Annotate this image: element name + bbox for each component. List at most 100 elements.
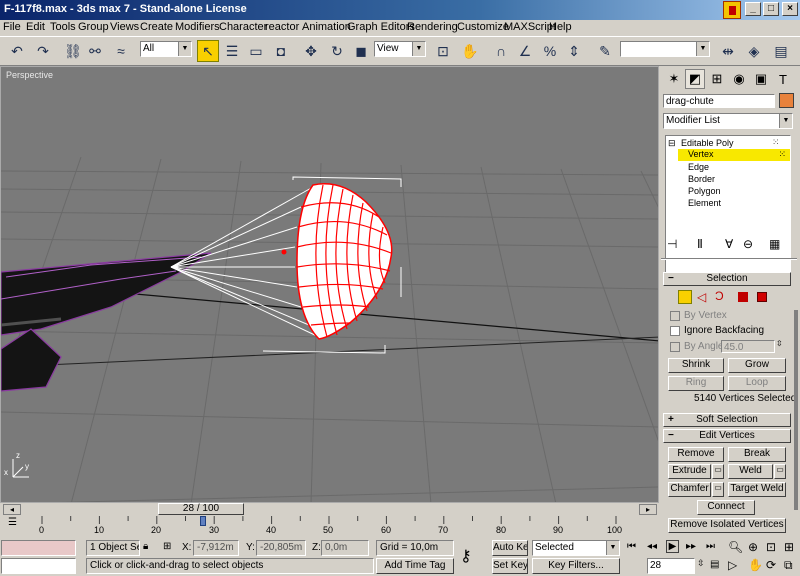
time-configuration-icon[interactable]: ▤: [710, 559, 719, 570]
next-frame-icon[interactable]: ▸▸: [686, 541, 696, 552]
bind-to-space-warp-icon[interactable]: ≈: [110, 40, 132, 62]
stack-item-element[interactable]: Element: [688, 198, 721, 208]
layer-manager-icon[interactable]: ▤: [770, 40, 792, 62]
loop-button[interactable]: Loop: [728, 376, 786, 391]
go-to-start-icon[interactable]: ⏮: [627, 541, 636, 552]
menu-group[interactable]: Group: [78, 21, 109, 33]
vertex-mode-icon[interactable]: [678, 290, 692, 304]
weld-settings-icon[interactable]: ▭: [774, 464, 786, 479]
menu-tools[interactable]: Tools: [50, 21, 76, 33]
stack-item-polygon[interactable]: Polygon: [688, 186, 721, 196]
display-tab-icon[interactable]: ▣: [751, 69, 771, 89]
align-icon[interactable]: ◈: [743, 40, 765, 62]
time-slider[interactable]: ◂ 28 / 100 ▸: [0, 503, 659, 516]
rectangular-selection-icon[interactable]: ▭: [245, 40, 267, 62]
z-coordinate-field[interactable]: 0,0m: [321, 540, 369, 556]
modify-tab-icon[interactable]: ◩: [685, 69, 705, 89]
y-coordinate-field[interactable]: -20,805m: [256, 540, 306, 556]
previous-frame-icon[interactable]: ◂◂: [647, 541, 657, 552]
connect-button[interactable]: Connect: [697, 500, 755, 515]
set-key-button[interactable]: Set Key: [492, 558, 528, 574]
chamfer-button[interactable]: Chamfer: [668, 482, 711, 497]
time-slider-prev-icon[interactable]: ◂: [3, 504, 21, 515]
field-of-view-icon[interactable]: ▷: [728, 558, 737, 572]
element-mode-icon[interactable]: [757, 292, 767, 302]
edit-vertices-rollout-header[interactable]: − Edit Vertices: [663, 429, 791, 443]
menu-rendering[interactable]: Rendering: [407, 21, 458, 33]
menu-graph-editors[interactable]: Graph Editors: [347, 21, 415, 33]
make-unique-icon[interactable]: ∀: [725, 237, 733, 251]
select-by-name-icon[interactable]: ☰: [221, 40, 243, 62]
ring-button[interactable]: Ring: [668, 376, 724, 391]
lock-selection-icon[interactable]: 🔒︎: [143, 541, 148, 552]
chamfer-settings-icon[interactable]: ▭: [712, 482, 724, 497]
mini-curve-editor-icon[interactable]: ☰: [8, 517, 17, 528]
menu-edit[interactable]: Edit: [26, 21, 45, 33]
stack-item-border[interactable]: Border: [688, 174, 715, 184]
show-end-result-icon[interactable]: Ⅱ: [697, 237, 703, 251]
x-coordinate-field[interactable]: -7,912m: [193, 540, 239, 556]
pivot-center-icon[interactable]: ⊡: [432, 40, 454, 62]
named-selection-dropdown[interactable]: ▼: [620, 41, 710, 57]
soft-selection-rollout-header[interactable]: + Soft Selection: [663, 413, 791, 427]
zoom-icon[interactable]: 🔍︎: [728, 540, 743, 554]
window-crossing-icon[interactable]: ◘: [270, 40, 292, 62]
zoom-extents-icon[interactable]: ⊡: [766, 540, 776, 554]
menu-customize[interactable]: Customize: [457, 21, 509, 33]
undo-icon[interactable]: ↶: [6, 40, 28, 62]
reference-coordinate-dropdown[interactable]: View ▼: [374, 41, 426, 57]
extrude-button[interactable]: Extrude: [668, 464, 711, 479]
time-slider-next-icon[interactable]: ▸: [639, 504, 657, 515]
redo-icon[interactable]: ↷: [32, 40, 54, 62]
angle-snap-icon[interactable]: ∠: [514, 40, 536, 62]
by-vertex-checkbox[interactable]: [670, 311, 680, 321]
maxscript-mini-listener[interactable]: [1, 558, 76, 574]
edge-mode-icon[interactable]: ◁: [697, 290, 706, 304]
object-color-swatch[interactable]: [779, 93, 794, 108]
collapse-icon[interactable]: ⊟: [668, 138, 676, 149]
select-and-rotate-icon[interactable]: ↻: [326, 40, 348, 62]
menu-file[interactable]: File: [3, 21, 21, 33]
remove-button[interactable]: Remove: [668, 447, 724, 462]
zoom-all-icon[interactable]: ⊕: [748, 540, 758, 554]
minimize-button[interactable]: _: [745, 2, 761, 16]
hierarchy-tab-icon[interactable]: ⊞: [707, 69, 727, 89]
unlink-selection-icon[interactable]: ⚯: [84, 40, 106, 62]
grow-button[interactable]: Grow: [728, 358, 786, 373]
key-mode-dropdown[interactable]: Selected ▼: [532, 540, 620, 556]
spinner-snap-icon[interactable]: ⇕: [563, 40, 585, 62]
shrink-button[interactable]: Shrink: [668, 358, 724, 373]
select-and-move-icon[interactable]: ✥: [300, 40, 322, 62]
key-filters-button[interactable]: Key Filters...: [532, 558, 620, 574]
key-icon[interactable]: ⚷: [460, 546, 472, 566]
ignore-backfacing-checkbox[interactable]: [670, 326, 680, 336]
perspective-viewport[interactable]: Perspective x z y: [0, 66, 659, 503]
break-button[interactable]: Break: [728, 447, 786, 462]
snap-toggle-icon[interactable]: ∩: [490, 40, 512, 62]
utilities-tab-icon[interactable]: T: [773, 69, 793, 89]
frame-spinner-icon[interactable]: ⇳: [697, 558, 705, 569]
weld-button[interactable]: Weld: [728, 464, 773, 479]
motion-tab-icon[interactable]: ◉: [729, 69, 749, 89]
by-angle-checkbox[interactable]: [670, 342, 680, 352]
pin-stack-icon[interactable]: ⊣: [667, 237, 677, 251]
stack-item-edge[interactable]: Edge: [688, 162, 709, 172]
current-frame-field[interactable]: 28: [647, 558, 695, 574]
angle-value-field[interactable]: 45.0: [721, 340, 775, 353]
select-object-icon[interactable]: ↖: [197, 40, 219, 62]
extrude-settings-icon[interactable]: ▭: [712, 464, 724, 479]
create-tab-icon[interactable]: ✶: [664, 69, 684, 89]
modifier-list-dropdown[interactable]: Modifier List ▼: [663, 113, 793, 129]
configure-modifier-sets-icon[interactable]: ▦: [769, 237, 780, 251]
close-button[interactable]: ×: [782, 2, 798, 16]
menu-reactor[interactable]: reactor: [265, 21, 299, 33]
auto-key-button[interactable]: Auto Key: [492, 540, 528, 556]
menu-character[interactable]: Character: [219, 21, 267, 33]
percent-snap-icon[interactable]: %: [539, 40, 561, 62]
border-mode-icon[interactable]: Ͻ: [715, 289, 724, 303]
menu-modifiers[interactable]: Modifiers: [175, 21, 220, 33]
selection-rollout-header[interactable]: − Selection: [663, 272, 791, 286]
maximize-button[interactable]: □: [763, 2, 779, 16]
edit-named-selection-icon[interactable]: ✎: [594, 40, 616, 62]
target-weld-button[interactable]: Target Weld: [728, 482, 786, 497]
